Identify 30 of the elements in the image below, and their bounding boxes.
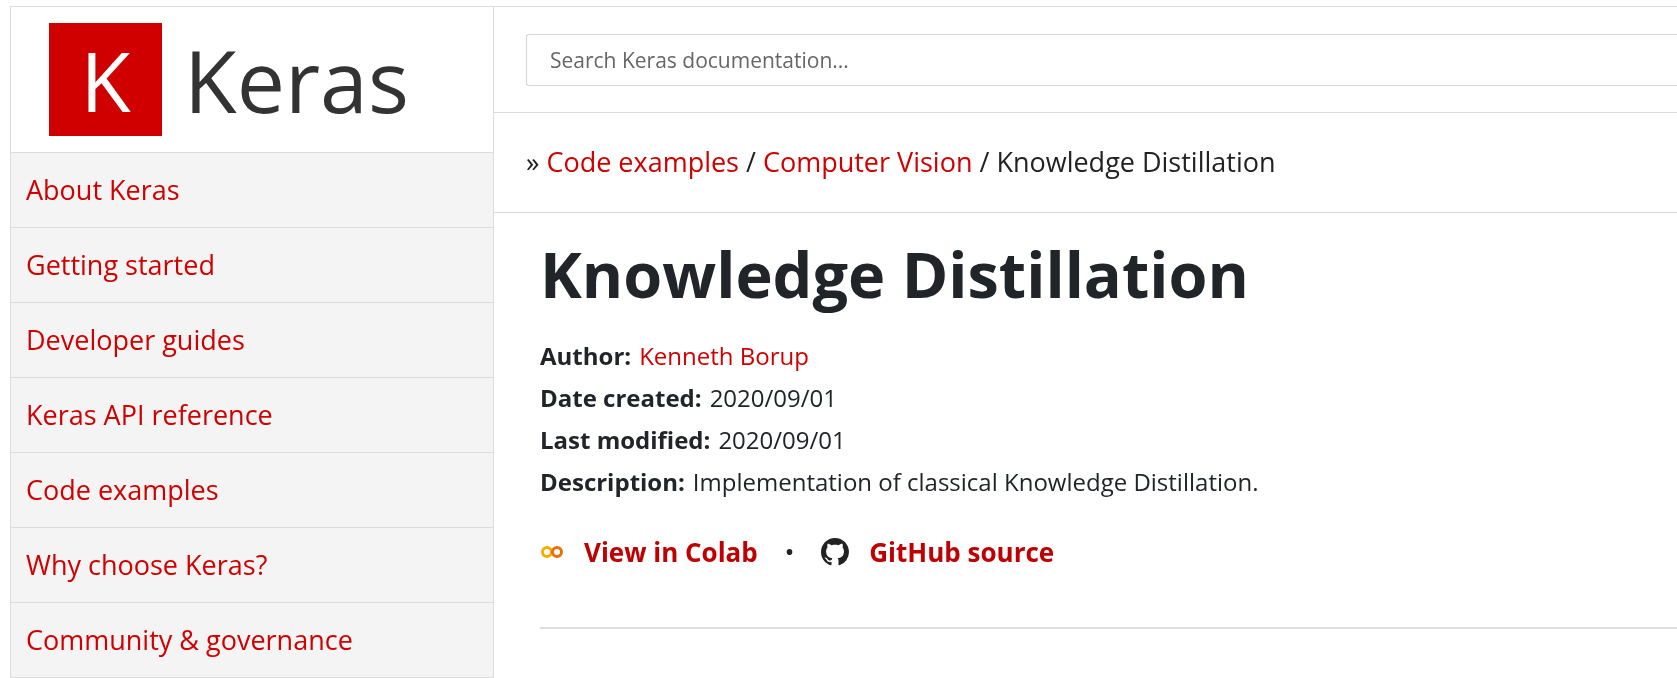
sidebar-item[interactable]: Code examples xyxy=(11,453,493,528)
link-separator: • xyxy=(785,537,794,568)
sidebar-item[interactable]: Community & governance xyxy=(11,603,493,678)
meta-label: Description: xyxy=(540,463,685,500)
github-link[interactable]: GitHub source xyxy=(869,532,1055,572)
colab-link[interactable]: View in Colab xyxy=(584,532,758,572)
infinity-icon xyxy=(540,545,564,560)
sidebar-item[interactable]: Why choose Keras? xyxy=(11,528,493,603)
page-title: Knowledge Distillation xyxy=(540,233,1250,315)
meta-value: Implementation of classical Knowledge Distillation. xyxy=(692,463,1259,500)
sidebar-item[interactable]: Developer guides xyxy=(11,303,493,378)
breadcrumb-separator: / xyxy=(979,142,990,183)
breadcrumb-link[interactable]: Code examples xyxy=(546,142,739,183)
breadcrumb-link[interactable]: Computer Vision xyxy=(762,142,973,183)
github-icon xyxy=(821,538,850,567)
meta-value: 2020/09/01 xyxy=(709,379,838,416)
logo-text: Keras xyxy=(184,36,409,123)
logo-icon[interactable]: K xyxy=(49,23,162,136)
meta-label: Author: xyxy=(540,337,632,374)
sidebar-item[interactable]: Getting started xyxy=(11,228,493,303)
author-link[interactable]: Kenneth Borup xyxy=(639,334,809,377)
meta-label: Date created: xyxy=(540,379,702,416)
meta-label: Last modified: xyxy=(540,421,711,458)
sidebar-item[interactable]: About Keras xyxy=(11,153,493,228)
breadcrumb-current: Knowledge Distillation xyxy=(996,142,1276,183)
search-field[interactable]: Search Keras documentation... xyxy=(526,33,1677,86)
breadcrumb-prefix: » xyxy=(526,142,540,183)
breadcrumb-separator: / xyxy=(746,142,756,183)
sidebar-item[interactable]: Keras API reference xyxy=(11,378,493,453)
meta-value: 2020/09/01 xyxy=(718,421,846,458)
